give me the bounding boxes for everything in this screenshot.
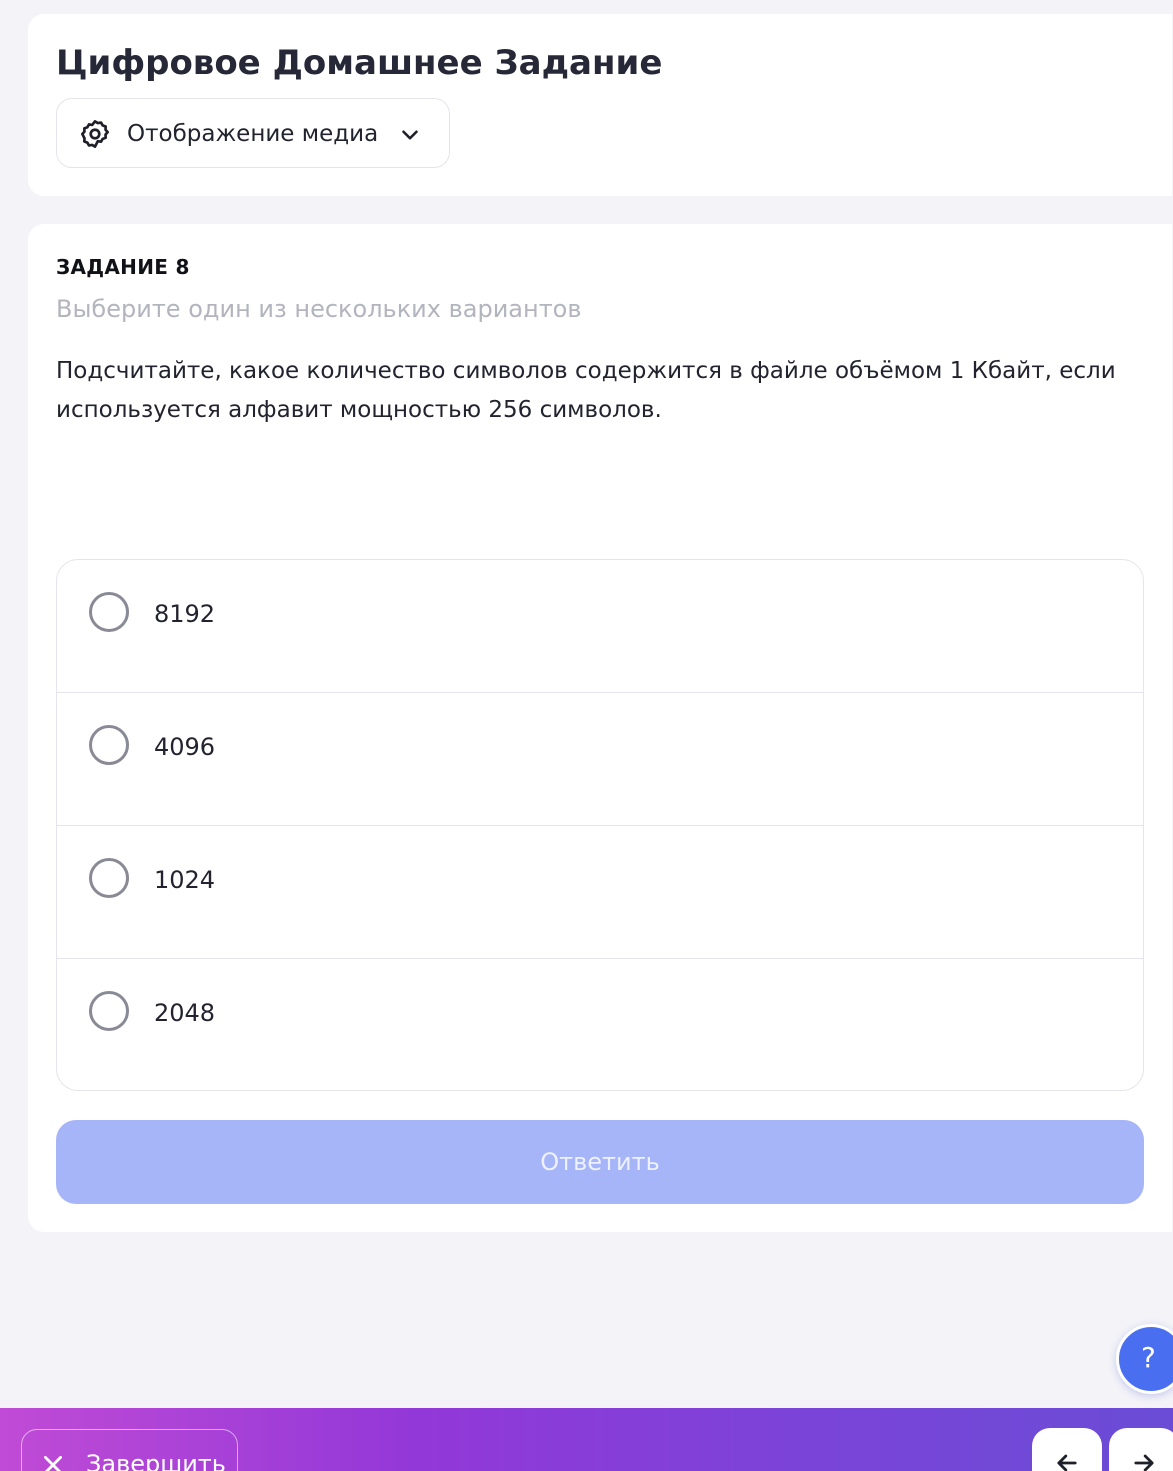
answer-option-2[interactable]: 4096 (57, 693, 1143, 826)
answer-option-1[interactable]: 8192 (57, 560, 1143, 693)
answer-option-label: 1024 (154, 866, 216, 894)
task-question: Подсчитайте, какое количество символов с… (56, 358, 1116, 423)
page-title: Цифровое Домашнее Задание (56, 43, 663, 83)
radio-button[interactable] (89, 858, 129, 898)
answer-options: 8192 4096 1024 2048 (56, 559, 1144, 1091)
next-task-button[interactable] (1109, 1428, 1173, 1471)
finish-label: Завершить (86, 1450, 226, 1471)
chevron-down-icon (402, 130, 418, 140)
arrow-right-icon (1134, 1454, 1154, 1471)
radio-button[interactable] (89, 991, 129, 1031)
radio-button[interactable] (89, 592, 129, 632)
radio-button[interactable] (89, 725, 129, 765)
arrow-left-icon (1057, 1454, 1077, 1471)
previous-task-button[interactable] (1032, 1428, 1102, 1471)
answer-option-label: 8192 (154, 600, 216, 628)
header-card: Цифровое Домашнее Задание Отображение ме… (28, 14, 1172, 196)
task-card: ЗАДАНИЕ 8 Выберите один из нескольких ва… (28, 224, 1172, 1232)
answer-option-4[interactable]: 2048 (57, 959, 1143, 1090)
answer-option-label: 4096 (154, 733, 216, 761)
answer-option-3[interactable]: 1024 (57, 826, 1143, 959)
bottom-navigation-bar: Завершить (0, 1408, 1173, 1471)
help-button[interactable]: ? (1116, 1324, 1173, 1394)
media-display-label: Отображение медиа (127, 121, 379, 147)
gear-icon (81, 120, 109, 148)
task-hint: Выберите один из нескольких вариантов (56, 295, 582, 323)
task-number: ЗАДАНИЕ 8 (56, 255, 190, 279)
answer-button[interactable]: Ответить (56, 1120, 1144, 1204)
finish-button[interactable]: Завершить (21, 1429, 238, 1471)
answer-option-label: 2048 (154, 999, 216, 1027)
media-display-dropdown[interactable]: Отображение медиа (56, 98, 450, 168)
close-icon (44, 1456, 62, 1471)
